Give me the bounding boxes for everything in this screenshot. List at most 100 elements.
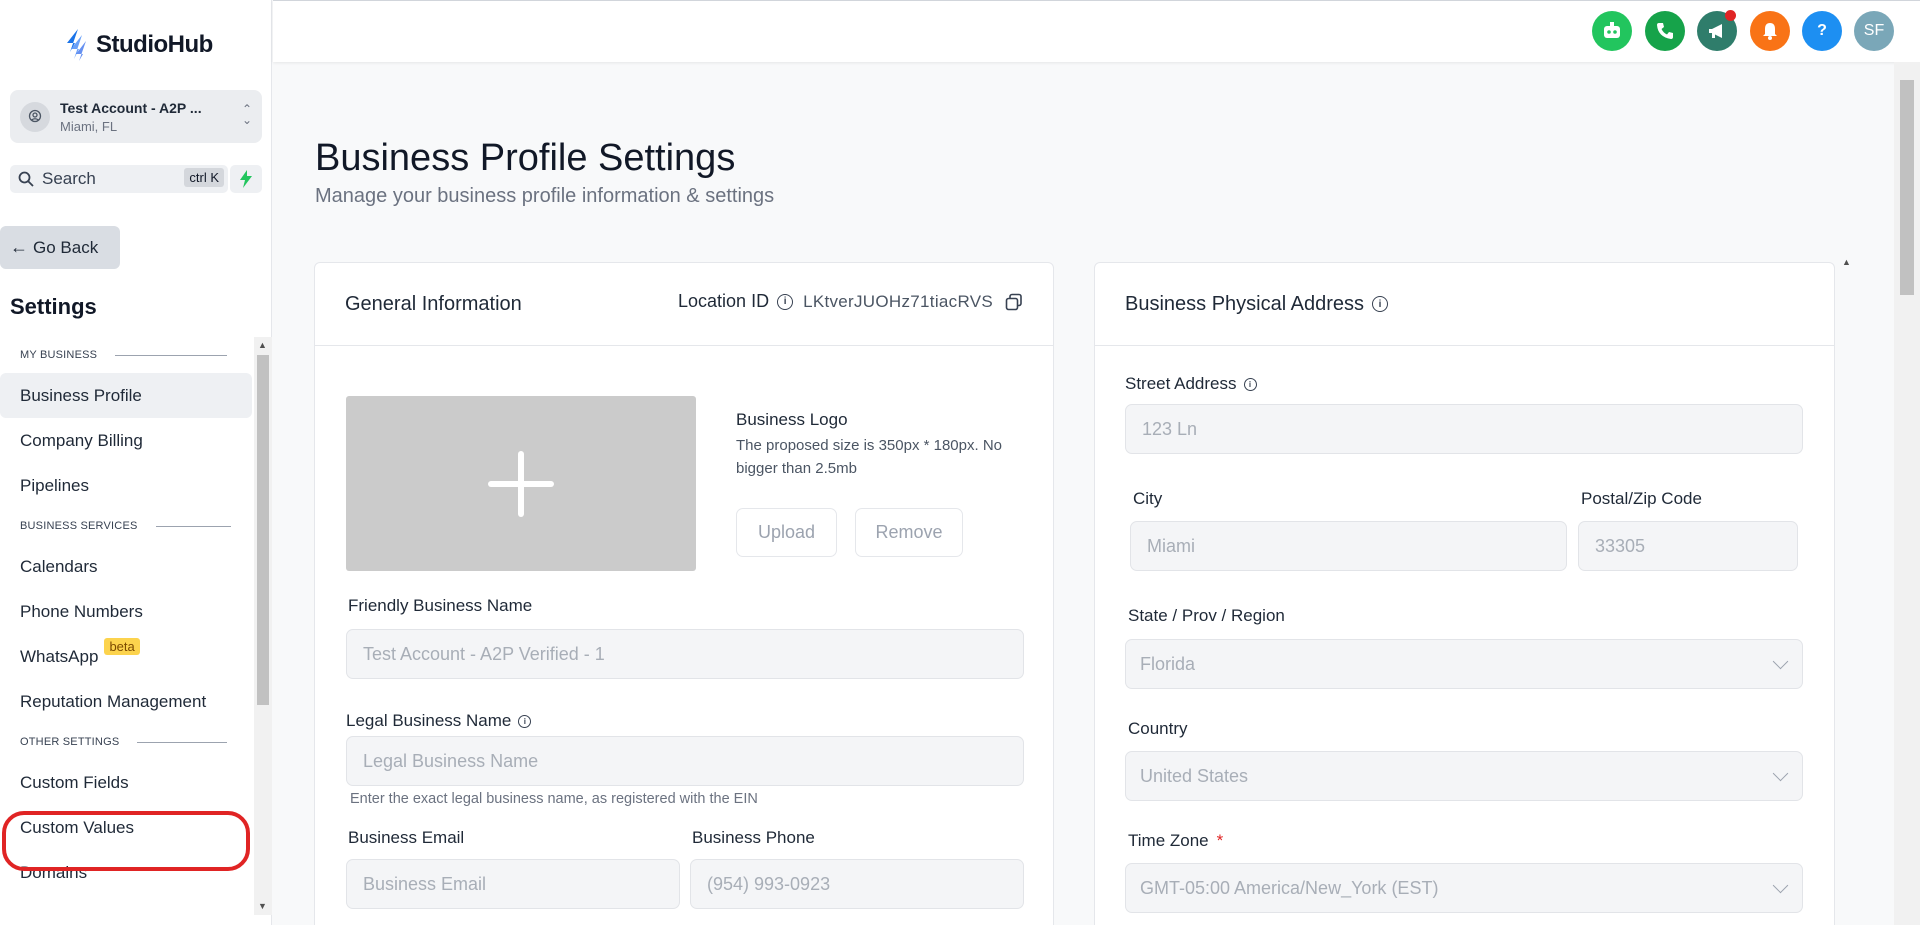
general-information-card: General Information Location ID i LKtver… — [314, 262, 1054, 925]
state-label: State / Prov / Region — [1128, 606, 1285, 625]
friendly-name-label: Friendly Business Name — [348, 596, 533, 615]
timezone-label: Time Zone — [1128, 831, 1209, 850]
country-select[interactable]: United States — [1125, 751, 1803, 801]
notifications-button[interactable] — [1750, 11, 1790, 51]
location-pin-icon — [28, 109, 42, 122]
go-back-label: Go Back — [33, 237, 99, 257]
state-value: Florida — [1140, 653, 1196, 674]
business-address-card: Business Physical Address i Street Addre… — [1094, 262, 1835, 925]
search-button[interactable]: Search ctrl K — [10, 165, 228, 193]
brand-logo[interactable]: StudioHub — [64, 28, 213, 62]
business-phone-input[interactable]: (954) 993-0923 — [690, 859, 1024, 909]
card-header: Business Physical Address i — [1095, 263, 1834, 346]
page-subtitle: Manage your business profile information… — [315, 185, 775, 207]
legal-name-input[interactable]: Legal Business Name — [346, 736, 1024, 786]
zip-input[interactable]: 33305 — [1578, 521, 1798, 571]
street-label-row: Street Address i — [1125, 374, 1257, 394]
legal-name-label: Legal Business Name — [346, 711, 512, 730]
section-other-settings: OTHER SETTINGS — [0, 724, 254, 760]
card-header: General Information Location ID i LKtver… — [315, 263, 1053, 346]
timezone-label-row: Time Zone * — [1128, 831, 1223, 851]
account-switcher[interactable]: Test Account - A2P ... Miami, FL ⌃ ⌄ — [10, 90, 262, 143]
location-id-label: Location ID — [678, 291, 770, 311]
highlight-annotation — [2, 811, 250, 871]
location-id: Location ID i LKtverJUOHz71tiacRVS — [678, 291, 1023, 312]
upload-button[interactable]: Upload — [736, 508, 837, 557]
section-label: BUSINESS SERVICES — [20, 520, 138, 532]
country-value: United States — [1140, 765, 1249, 786]
section-business-services: BUSINESS SERVICES — [0, 508, 254, 544]
info-icon[interactable]: i — [1372, 296, 1389, 312]
scrollbar-thumb[interactable] — [257, 355, 269, 705]
section-label: OTHER SETTINGS — [20, 736, 120, 748]
announcements-button[interactable] — [1697, 10, 1737, 51]
chevron-up-down-icon: ⌃ ⌄ — [241, 102, 252, 127]
sidebar-item-company-billing[interactable]: Company Billing — [0, 418, 252, 463]
megaphone-icon — [1709, 24, 1722, 38]
content-scrollbar[interactable]: ▲ — [1837, 253, 1857, 925]
logo-title: Business Logo — [736, 410, 848, 429]
app-root: StudioHub Test Account - A2P ... Miami, … — [0, 0, 1920, 925]
sidebar-item-label: Company Billing — [20, 430, 143, 450]
section-my-business: MY BUSINESS — [0, 337, 254, 373]
sidebar: StudioHub Test Account - A2P ... Miami, … — [0, 0, 272, 925]
city-input[interactable]: Miami — [1130, 521, 1567, 571]
remove-button[interactable]: Remove — [855, 508, 963, 557]
user-avatar-button[interactable]: SF — [1854, 11, 1894, 51]
sidebar-scrollbar[interactable]: ▲ ▼ — [254, 337, 272, 915]
timezone-select[interactable]: GMT-05:00 America/New_York (EST) — [1125, 863, 1803, 913]
avatar-initials: SF — [1863, 22, 1885, 39]
settings-heading: Settings — [10, 294, 97, 319]
required-marker: * — [1216, 831, 1224, 850]
divider — [115, 354, 228, 356]
account-location: Miami, FL — [60, 118, 118, 134]
scroll-up-arrow-icon[interactable]: ▲ — [258, 340, 267, 350]
studiohub-logo-icon — [67, 29, 86, 61]
state-select[interactable]: Florida — [1125, 639, 1803, 689]
lightning-icon — [240, 170, 252, 188]
sidebar-item-reputation-management[interactable]: Reputation Management — [0, 679, 252, 724]
info-icon[interactable]: i — [777, 293, 794, 310]
location-id-value: LKtverJUOHz71tiacRVS — [803, 291, 993, 311]
card-title: Business Physical Address — [1125, 292, 1365, 315]
sidebar-item-label: Business Profile — [20, 385, 142, 405]
sidebar-item-pipelines[interactable]: Pipelines — [0, 463, 252, 508]
card-title: General Information — [345, 292, 522, 315]
quick-actions-button[interactable] — [230, 165, 262, 193]
bell-icon — [1763, 23, 1777, 40]
scroll-down-arrow-icon[interactable]: ▼ — [258, 901, 267, 911]
account-avatar — [20, 101, 50, 132]
street-address-input[interactable]: 123 Ln — [1125, 404, 1803, 454]
timezone-value: GMT-05:00 America/New_York (EST) — [1140, 877, 1439, 898]
zip-label: Postal/Zip Code — [1581, 489, 1702, 508]
phone-button[interactable] — [1645, 11, 1685, 51]
business-email-input[interactable]: Business Email — [346, 859, 680, 909]
ai-bot-button[interactable] — [1592, 11, 1632, 51]
friendly-name-input[interactable]: Test Account - A2P Verified - 1 — [346, 629, 1024, 679]
sidebar-item-calendars[interactable]: Calendars — [0, 544, 252, 589]
sidebar-item-business-profile[interactable]: Business Profile — [0, 373, 252, 418]
chevron-down-icon — [1772, 653, 1789, 670]
sidebar-item-phone-numbers[interactable]: Phone Numbers — [0, 589, 252, 634]
legal-name-label-row: Legal Business Name i — [346, 711, 532, 731]
info-icon[interactable]: i — [518, 714, 532, 728]
info-icon[interactable]: i — [1243, 377, 1257, 391]
scrollbar-thumb[interactable] — [1900, 80, 1914, 295]
sidebar-item-label: Pipelines — [20, 475, 89, 495]
top-bar: ? SF — [273, 0, 1920, 62]
city-label: City — [1133, 489, 1163, 508]
logo-info: Business Logo The proposed size is 350px… — [736, 410, 1036, 480]
go-back-button[interactable]: ← Go Back — [0, 226, 120, 269]
copy-icon[interactable] — [1005, 293, 1023, 311]
sidebar-item-whatsapp[interactable]: WhatsApp beta — [0, 634, 252, 679]
brand-name: StudioHub — [96, 31, 213, 58]
help-button[interactable]: ? — [1802, 11, 1842, 51]
sidebar-item-custom-fields[interactable]: Custom Fields — [0, 760, 252, 805]
chevron-down-icon — [1772, 877, 1789, 894]
logo-upload-area[interactable] — [346, 396, 696, 571]
main-scrollbar[interactable] — [1894, 62, 1920, 925]
scroll-up-arrow-icon[interactable]: ▲ — [1842, 257, 1851, 267]
phone-icon — [1657, 23, 1673, 39]
chevron-down-icon — [1772, 765, 1789, 782]
country-label: Country — [1128, 719, 1188, 738]
